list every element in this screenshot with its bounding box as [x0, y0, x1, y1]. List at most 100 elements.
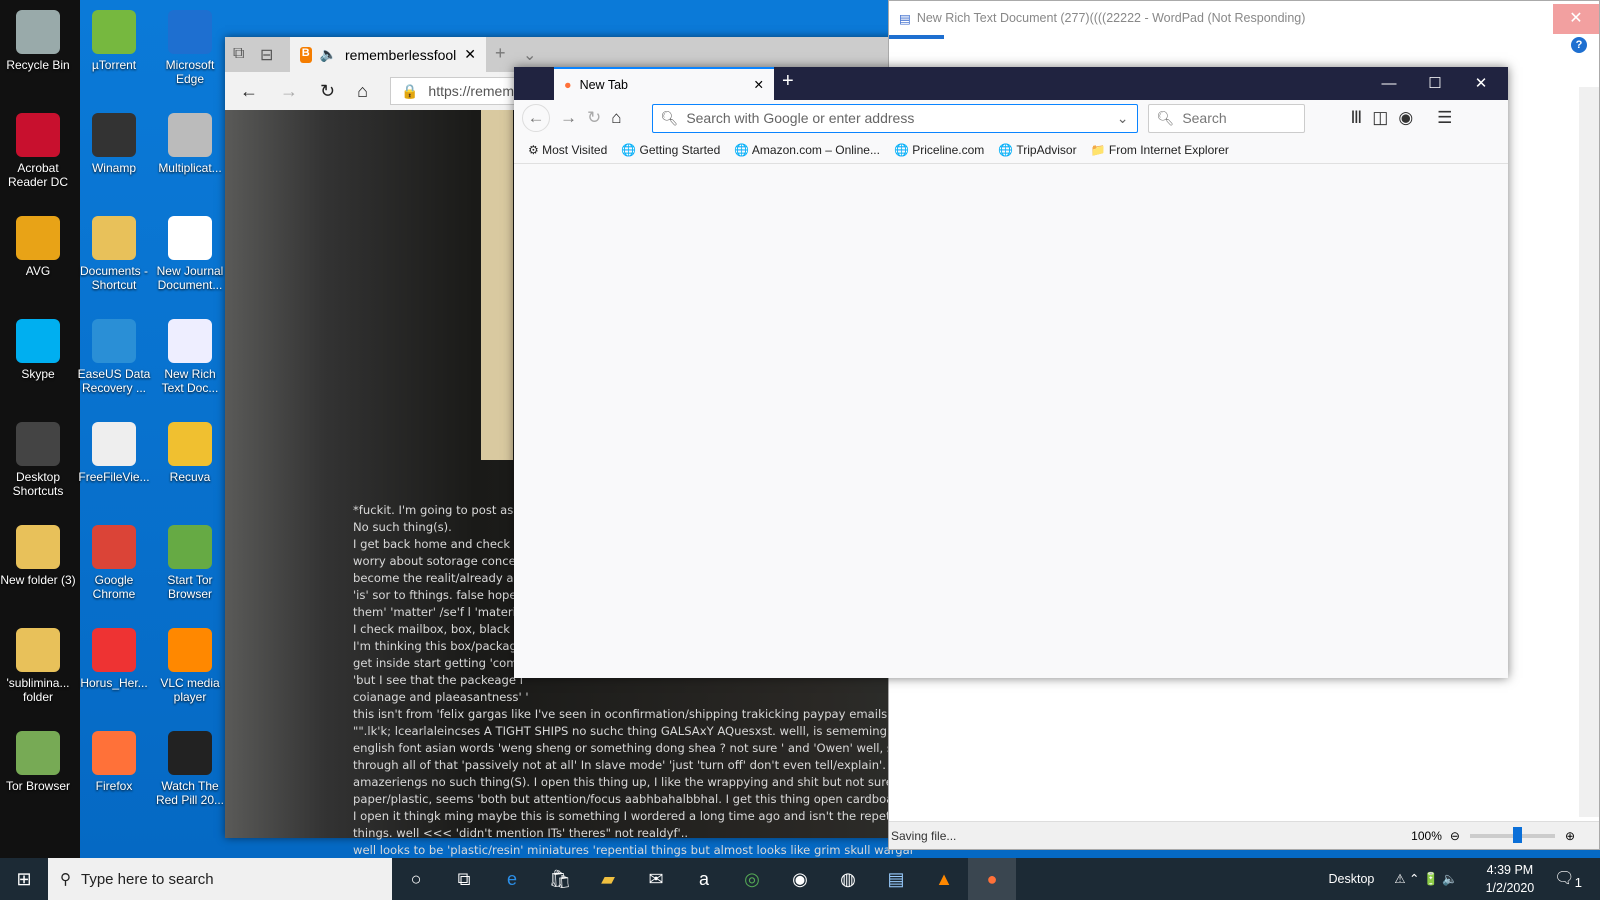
- vertical-scrollbar[interactable]: [1579, 87, 1599, 817]
- desktop-icon[interactable]: FreeFileVie...: [76, 418, 152, 484]
- desktop-icon[interactable]: Firefox: [76, 727, 152, 793]
- help-icon[interactable]: ?: [1571, 37, 1587, 53]
- tab-title: New Tab: [579, 77, 628, 92]
- wordpad-taskbar-icon[interactable]: ▤: [872, 858, 920, 900]
- url-text: https://remem: [428, 83, 514, 99]
- vlc-icon[interactable]: ▲: [920, 858, 968, 900]
- action-center-icon[interactable]: 🗨1: [1554, 868, 1582, 890]
- amazon-icon[interactable]: a: [680, 858, 728, 900]
- desktop-icon[interactable]: New Rich Text Doc...: [152, 315, 228, 395]
- refresh-icon[interactable]: ↻: [320, 81, 335, 102]
- forward-icon[interactable]: →: [280, 81, 298, 102]
- desktop-icon[interactable]: VLC media player: [152, 624, 228, 704]
- desktop-icon[interactable]: Acrobat Reader DC: [0, 109, 76, 189]
- desktop-icon[interactable]: Multiplicat...: [152, 109, 228, 175]
- app-icon: [168, 10, 212, 54]
- desktop-toolbar[interactable]: Desktop: [1329, 872, 1375, 886]
- store-icon[interactable]: 🛍: [536, 858, 584, 900]
- desktop-icon[interactable]: Skype: [0, 315, 76, 381]
- desktop-icon[interactable]: Horus_Her...: [76, 624, 152, 690]
- camera-app-icon[interactable]: ◍: [824, 858, 872, 900]
- desktop-icon[interactable]: Winamp: [76, 109, 152, 175]
- bookmark-item[interactable]: ⚙ Most Visited: [528, 143, 607, 157]
- icon-label: EaseUS Data Recovery ...: [77, 367, 151, 395]
- gear-icon: ⚙: [528, 142, 539, 157]
- desktop-icon[interactable]: µTorrent: [76, 6, 152, 72]
- tab-new-tab[interactable]: ● New Tab ✕: [554, 67, 774, 100]
- zoom-slider[interactable]: [1469, 826, 1555, 843]
- new-tab-icon[interactable]: +: [782, 70, 794, 93]
- app-icon: [92, 10, 136, 54]
- cortana-icon[interactable]: ○: [392, 858, 440, 900]
- desktop-icon[interactable]: 'sublimina... folder: [0, 624, 76, 704]
- minimize-icon[interactable]: —: [1366, 67, 1412, 100]
- chevron-down-icon[interactable]: ⌄: [523, 45, 536, 65]
- bookmark-item[interactable]: 🌐 TripAdvisor: [998, 143, 1076, 157]
- tab-title: rememberlessfool: [345, 46, 457, 63]
- desktop-icon[interactable]: Desktop Shortcuts: [0, 418, 76, 498]
- address-bar[interactable]: 🔍︎ Search with Google or enter address ⌄: [651, 103, 1138, 133]
- desktop-icon[interactable]: Recuva: [152, 418, 228, 484]
- taskbar: ⊞ ⚲ Type here to search ○ ⧉ e 🛍 ▰ ✉ a ◎ ◉…: [0, 858, 1600, 900]
- tripadvisor-icon[interactable]: ◎: [728, 858, 776, 900]
- task-view-icon[interactable]: ⧉: [440, 858, 488, 900]
- address-placeholder: Search with Google or enter address: [686, 110, 915, 126]
- bookmark-item[interactable]: 📁 From Internet Explorer: [1091, 143, 1229, 157]
- edge-icon[interactable]: e: [488, 858, 536, 900]
- webcam-icon[interactable]: ◉: [776, 858, 824, 900]
- app-icon: [16, 422, 60, 466]
- tray-icons[interactable]: ⚠ ⌃ 🔋 🔈: [1394, 871, 1457, 887]
- desktop-icon[interactable]: New Journal Document...: [152, 212, 228, 292]
- close-icon[interactable]: ✕: [1458, 67, 1504, 100]
- taskbar-search[interactable]: ⚲ Type here to search: [48, 858, 392, 900]
- back-icon[interactable]: ←: [522, 104, 550, 132]
- firefox-taskbar-icon[interactable]: ●: [968, 858, 1016, 900]
- maximize-icon[interactable]: ☐: [1412, 67, 1458, 100]
- bookmark-item[interactable]: 🌐 Priceline.com: [894, 143, 984, 157]
- start-icon[interactable]: ⊞: [0, 858, 48, 900]
- file-tab[interactable]: [889, 35, 944, 39]
- close-tab-icon[interactable]: ✕: [754, 77, 764, 92]
- account-icon[interactable]: ◉: [1398, 108, 1413, 128]
- library-icon[interactable]: Ⅲ: [1351, 108, 1363, 128]
- file-explorer-icon[interactable]: ▰: [584, 858, 632, 900]
- desktop-icon[interactable]: Recycle Bin: [0, 6, 76, 72]
- bookmark-item[interactable]: 🌐 Getting Started: [621, 143, 720, 157]
- search-box[interactable]: 🔍︎ Search: [1147, 103, 1305, 133]
- close-button[interactable]: ✕: [1553, 4, 1599, 34]
- desktop-icon[interactable]: Watch The Red Pill 20...: [152, 727, 228, 807]
- desktop-icon[interactable]: Start Tor Browser: [152, 521, 228, 601]
- clock[interactable]: 4:39 PM 1/2/2020: [1486, 861, 1535, 897]
- desktop-icon[interactable]: EaseUS Data Recovery ...: [76, 315, 152, 395]
- icon-label: Tor Browser: [5, 779, 70, 793]
- zoom-out-icon[interactable]: ⊖: [1450, 829, 1460, 843]
- folder-icon: 📁: [1090, 142, 1106, 157]
- dropdown-icon[interactable]: ⌄: [1117, 110, 1129, 127]
- bookmark-item[interactable]: 🌐 Amazon.com – Online...: [734, 143, 880, 157]
- tab-preview-icon[interactable]: ⊟: [260, 45, 273, 65]
- desktop-icon[interactable]: New folder (3): [0, 521, 76, 587]
- home-icon[interactable]: ⌂: [611, 108, 621, 128]
- icon-label: Acrobat Reader DC: [7, 161, 69, 189]
- desktop-icon[interactable]: Google Chrome: [76, 521, 152, 601]
- desktop-icon[interactable]: Tor Browser: [0, 727, 76, 793]
- desktop-icon[interactable]: Microsoft Edge: [152, 6, 228, 86]
- menu-icon[interactable]: ☰: [1437, 108, 1452, 128]
- sidebar-icon[interactable]: ◫: [1372, 108, 1388, 128]
- zoom-in-icon[interactable]: ⊕: [1565, 829, 1575, 843]
- close-tab-icon[interactable]: ✕: [464, 46, 476, 63]
- tab-rememberlessfool[interactable]: B 🔈 rememberlessfool ✕: [290, 37, 486, 72]
- desktop-icon[interactable]: AVG: [0, 212, 76, 278]
- app-icon: [92, 525, 136, 569]
- tab-set-aside-icon[interactable]: ⧉: [233, 45, 244, 63]
- firefox-icon: ●: [564, 77, 572, 92]
- new-tab-icon[interactable]: +: [495, 43, 506, 64]
- icon-label: Winamp: [91, 161, 136, 175]
- reload-icon[interactable]: ↻: [587, 108, 601, 128]
- desktop-icon[interactable]: Documents - Shortcut: [76, 212, 152, 292]
- back-icon[interactable]: ←: [240, 81, 258, 102]
- mail-icon[interactable]: ✉: [632, 858, 680, 900]
- home-icon[interactable]: ⌂: [357, 81, 368, 102]
- audio-icon[interactable]: 🔈: [320, 46, 337, 63]
- forward-icon[interactable]: →: [560, 108, 577, 128]
